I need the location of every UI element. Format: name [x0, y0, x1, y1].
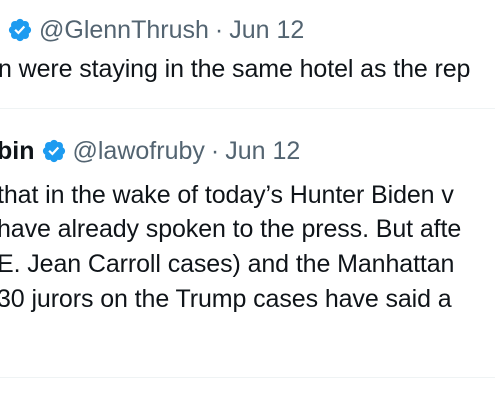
tweet-author-handle[interactable]: @lawofruby [73, 137, 205, 166]
meta-separator: · [214, 15, 224, 44]
meta-separator: · [210, 136, 220, 165]
tweet-header: @GlennThrush · Jun 12 [7, 14, 304, 46]
tweet-text-line: E. Jean Carroll cases) and the Manhattan [0, 250, 455, 278]
tweet-text-line: have already spoken to the press. But af… [0, 215, 462, 243]
tweet-text-line: 30 jurors on the Trump cases have said a [0, 285, 452, 313]
tweet-glennthrush[interactable]: @GlennThrush · Jun 12 n were staying in … [0, 0, 495, 108]
tweet-divider [0, 377, 495, 378]
tweet-date[interactable]: Jun 12 [225, 137, 300, 166]
tweet-lawofruby[interactable]: bin @lawofruby · Jun 12 that in the wake… [0, 109, 495, 377]
tweet-header: bin @lawofruby · Jun 12 [0, 135, 300, 167]
tweet-text-line: that in the wake of today’s Hunter Biden… [0, 181, 454, 209]
tweet-author-handle[interactable]: @GlennThrush [39, 16, 209, 45]
tweet-text-line: n were staying in the same hotel as the … [0, 55, 471, 83]
verified-badge-icon [41, 138, 67, 164]
tweet-author-name[interactable]: bin [0, 137, 35, 166]
tweet-date[interactable]: Jun 12 [229, 16, 304, 45]
verified-badge-icon [7, 17, 33, 43]
